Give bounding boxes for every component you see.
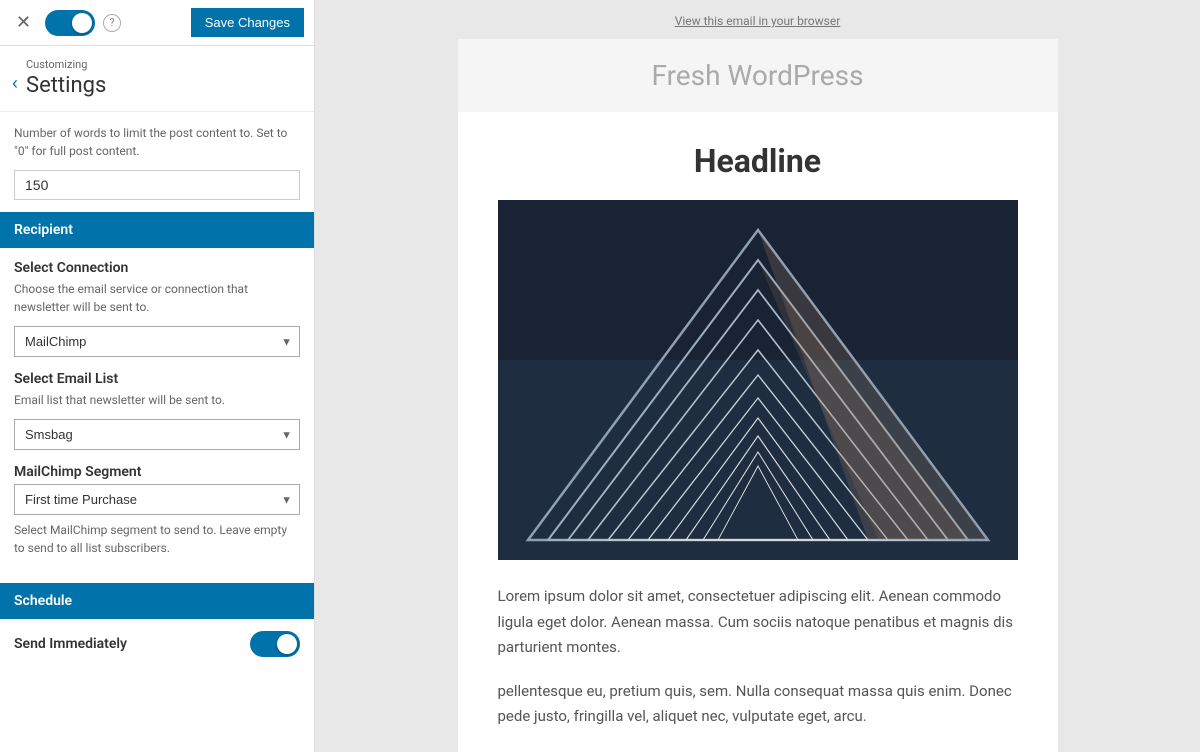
segment-select[interactable]: First time Purchase All Subscribers VIP <box>14 484 300 515</box>
main-toggle[interactable] <box>45 10 95 36</box>
connection-select[interactable]: MailChimp SendGrid Mailgun <box>14 326 300 357</box>
email-body: Headline <box>458 112 1058 752</box>
email-list-description: Email list that newsletter will be sent … <box>14 391 300 409</box>
word-limit-input[interactable] <box>14 170 300 200</box>
send-immediately-row: Send Immediately <box>14 631 300 657</box>
segment-select-wrapper: First time Purchase All Subscribers VIP … <box>14 484 300 515</box>
segment-field-group: MailChimp Segment First time Purchase Al… <box>14 464 300 557</box>
segment-label: MailChimp Segment <box>14 464 300 480</box>
recipient-header: Recipient <box>0 212 314 248</box>
recipient-body: Select Connection Choose the email servi… <box>0 248 314 583</box>
browser-link[interactable]: View this email in your browser <box>675 14 841 28</box>
send-immediately-toggle[interactable] <box>250 631 300 657</box>
back-button[interactable]: ‹ <box>12 73 18 94</box>
back-nav: ‹ Customizing Settings <box>0 46 314 112</box>
email-list-label: Select Email List <box>14 371 300 387</box>
email-preview: View this email in your browser Fresh Wo… <box>458 0 1058 752</box>
word-limit-section: Number of words to limit the post conten… <box>0 112 314 212</box>
customizing-label: Customizing <box>26 58 106 71</box>
browser-link-bar: View this email in your browser <box>458 0 1058 39</box>
segment-description: Select MailChimp segment to send to. Lea… <box>14 521 300 557</box>
email-list-select[interactable]: Smsbag General <box>14 419 300 450</box>
panel-content: Number of words to limit the post conten… <box>0 112 314 669</box>
connection-description: Choose the email service or connection t… <box>14 280 300 316</box>
connection-select-wrapper: MailChimp SendGrid Mailgun ▼ <box>14 326 300 357</box>
email-list-select-wrapper: Smsbag General ▼ <box>14 419 300 450</box>
site-name: Fresh WordPress <box>478 59 1038 92</box>
schedule-header: Schedule <box>0 583 314 619</box>
email-list-field-group: Select Email List Email list that newsle… <box>14 371 300 450</box>
nav-label-group: Customizing Settings <box>26 58 106 109</box>
email-paragraph-1: Lorem ipsum dolor sit amet, consectetuer… <box>498 584 1018 661</box>
send-immediately-label: Send Immediately <box>14 636 127 652</box>
email-hero-image <box>498 200 1018 560</box>
close-button[interactable]: ✕ <box>10 10 37 35</box>
word-limit-description: Number of words to limit the post conten… <box>14 124 300 160</box>
help-icon[interactable]: ? <box>103 14 121 32</box>
connection-field-group: Select Connection Choose the email servi… <box>14 260 300 357</box>
email-header: Fresh WordPress <box>458 39 1058 112</box>
email-paragraph-2: pellentesque eu, pretium quis, sem. Null… <box>498 679 1018 730</box>
left-panel: ✕ ? Save Changes ‹ Customizing Settings … <box>0 0 315 752</box>
schedule-body: Send Immediately <box>0 619 314 669</box>
right-panel: View this email in your browser Fresh Wo… <box>315 0 1200 752</box>
email-headline: Headline <box>498 142 1018 180</box>
settings-title: Settings <box>26 73 106 109</box>
toggle-thumb <box>72 13 92 33</box>
top-bar: ✕ ? Save Changes <box>0 0 314 46</box>
connection-label: Select Connection <box>14 260 300 276</box>
save-button[interactable]: Save Changes <box>191 8 304 37</box>
